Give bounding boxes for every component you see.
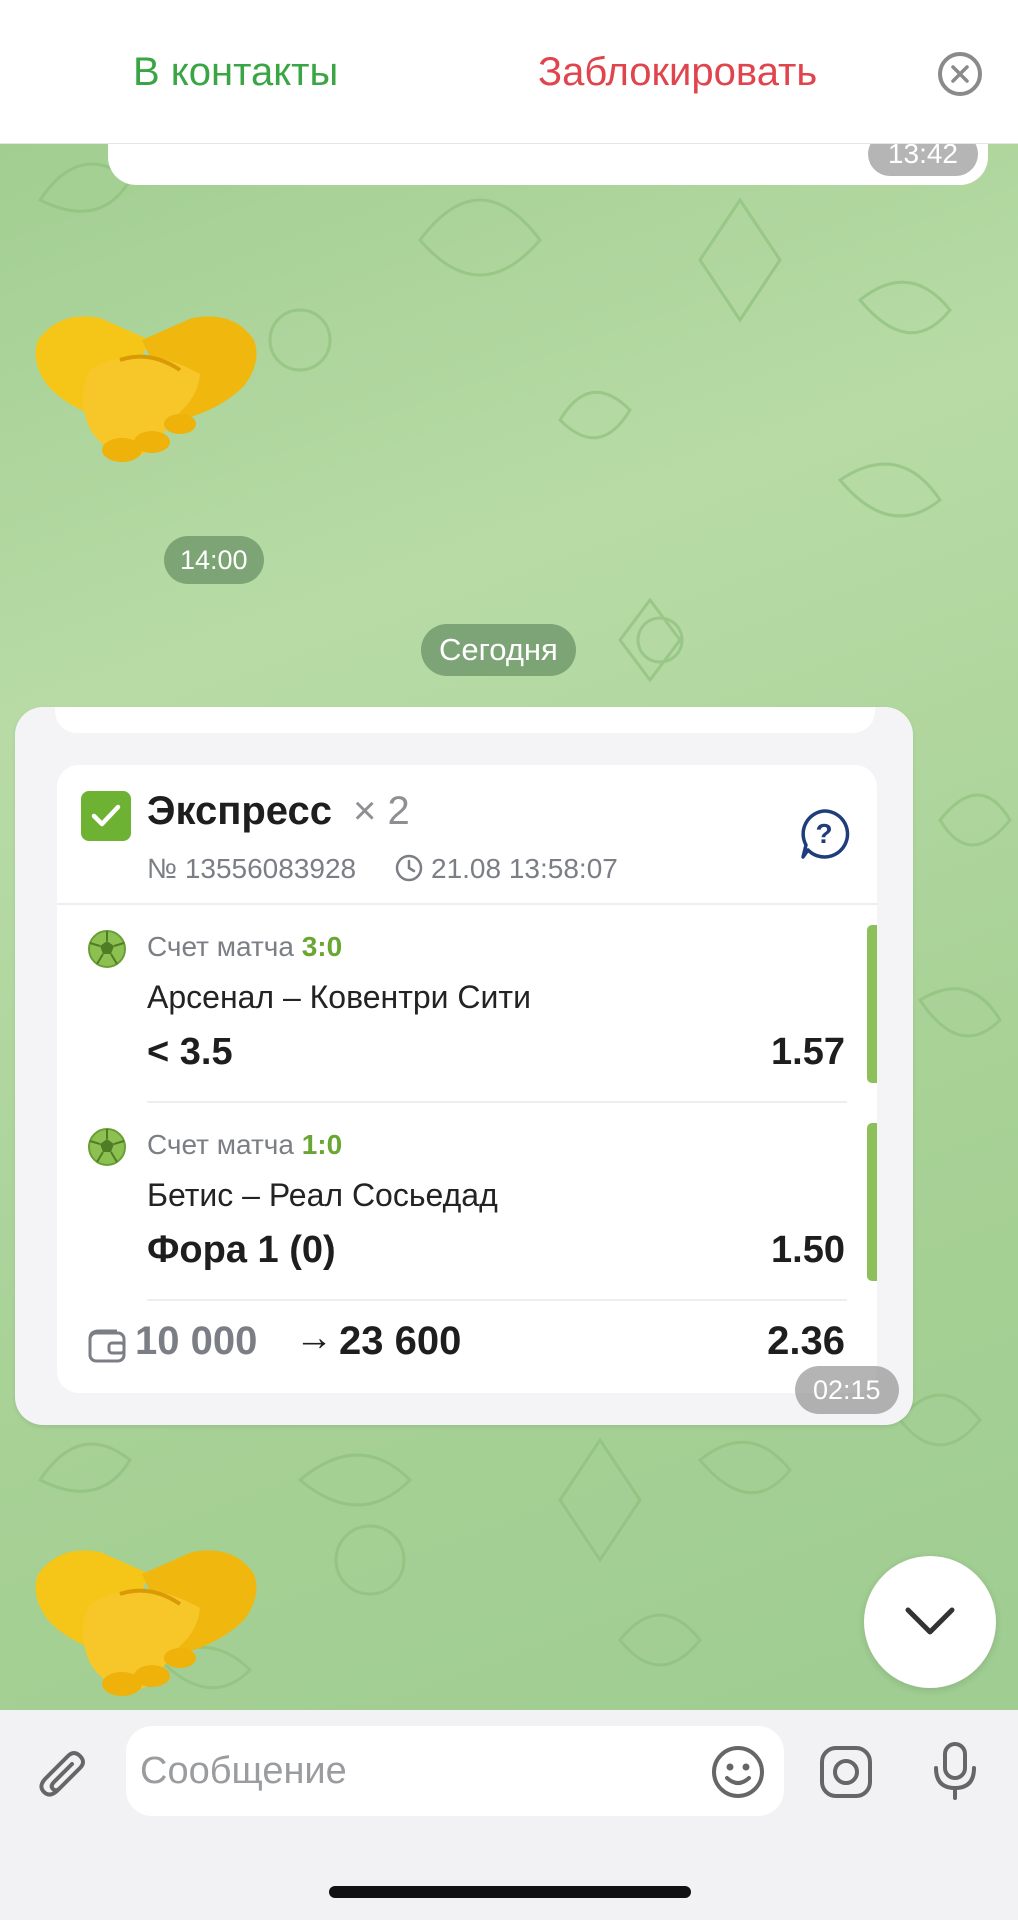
handshake-sticker[interactable] [30,300,262,473]
leg-status-bar [867,925,877,1083]
close-icon[interactable] [938,52,982,96]
bet-leg[interactable]: Счет матча 1:0 Бетис – Реал Сосьедад Фор… [57,1105,877,1301]
bet-coupon-header: Экспресс × 2 № 13556083928 21.08 13:58:0… [57,765,877,905]
camera-icon[interactable] [818,1744,874,1805]
bet-outcome: Фора 1 (0) [147,1229,336,1271]
scroll-to-bottom-button[interactable] [864,1556,996,1688]
bet-datetime: 21.08 13:58:07 [431,853,618,884]
bet-type-title: Экспресс [147,789,332,833]
total-odds: 2.36 [767,1319,845,1363]
soccer-ball-icon [87,1127,127,1172]
help-icon[interactable]: ? [797,807,851,866]
wallet-icon [87,1327,127,1370]
arrow-right-icon: → [295,1317,333,1359]
paperclip-icon[interactable] [38,1748,88,1809]
bet-number: № 13556083928 [147,853,357,884]
bet-card-top-strip [55,707,875,733]
bet-odds: 1.57 [771,1031,845,1073]
bet-stake: 10 000 [135,1319,258,1363]
bet-odds: 1.50 [771,1229,845,1271]
bet-outcome: < 3.5 [147,1031,233,1073]
match-score: 1:0 [301,1129,343,1160]
bet-market-label: Счет матча [147,931,294,962]
bet-coupon-card[interactable]: Экспресс × 2 № 13556083928 21.08 13:58:0… [57,765,877,1393]
handshake-icon [35,316,257,462]
clock-icon [394,853,424,888]
handshake-sticker[interactable] [30,1534,262,1707]
block-user-button[interactable]: Заблокировать [538,50,817,95]
bet-market: Счет матча 1:0 [147,1129,342,1161]
match-score: 3:0 [301,931,343,962]
sticker-message-time: 14:00 [164,536,264,584]
match-name: Бетис – Реал Сосьедад [147,1177,498,1213]
bet-coupon-message[interactable]: Экспресс × 2 № 13556083928 21.08 13:58:0… [15,707,913,1425]
emoji-icon[interactable] [710,1744,766,1805]
bet-leg-count: × 2 [353,789,410,833]
match-name: Арсенал – Ковентри Сити [147,979,531,1015]
microphone-icon[interactable] [930,1740,980,1807]
date-separator: Сегодня [421,624,576,676]
add-to-contacts-button[interactable]: В контакты [133,50,338,95]
message-input[interactable] [140,1726,700,1816]
bet-message-time: 02:15 [795,1366,899,1414]
leg-divider [147,1101,847,1103]
leg-status-bar [867,1123,877,1281]
handshake-icon [35,1550,257,1696]
bet-market: Счет матча 3:0 [147,931,342,963]
bet-payout: 23 600 [339,1319,462,1363]
chevron-down-icon [905,1607,955,1635]
contact-action-bar: В контакты Заблокировать [0,0,1018,144]
home-indicator [329,1886,691,1898]
soccer-ball-icon [87,929,127,974]
svg-text:?: ? [815,818,832,849]
bet-market-label: Счет матча [147,1129,294,1160]
check-icon [81,791,131,841]
bet-leg[interactable]: Счет матча 3:0 Арсенал – Ковентри Сити <… [57,907,877,1103]
message-field [126,1726,784,1816]
bet-summary: 10 000 → 23 600 2.36 [57,1297,877,1393]
